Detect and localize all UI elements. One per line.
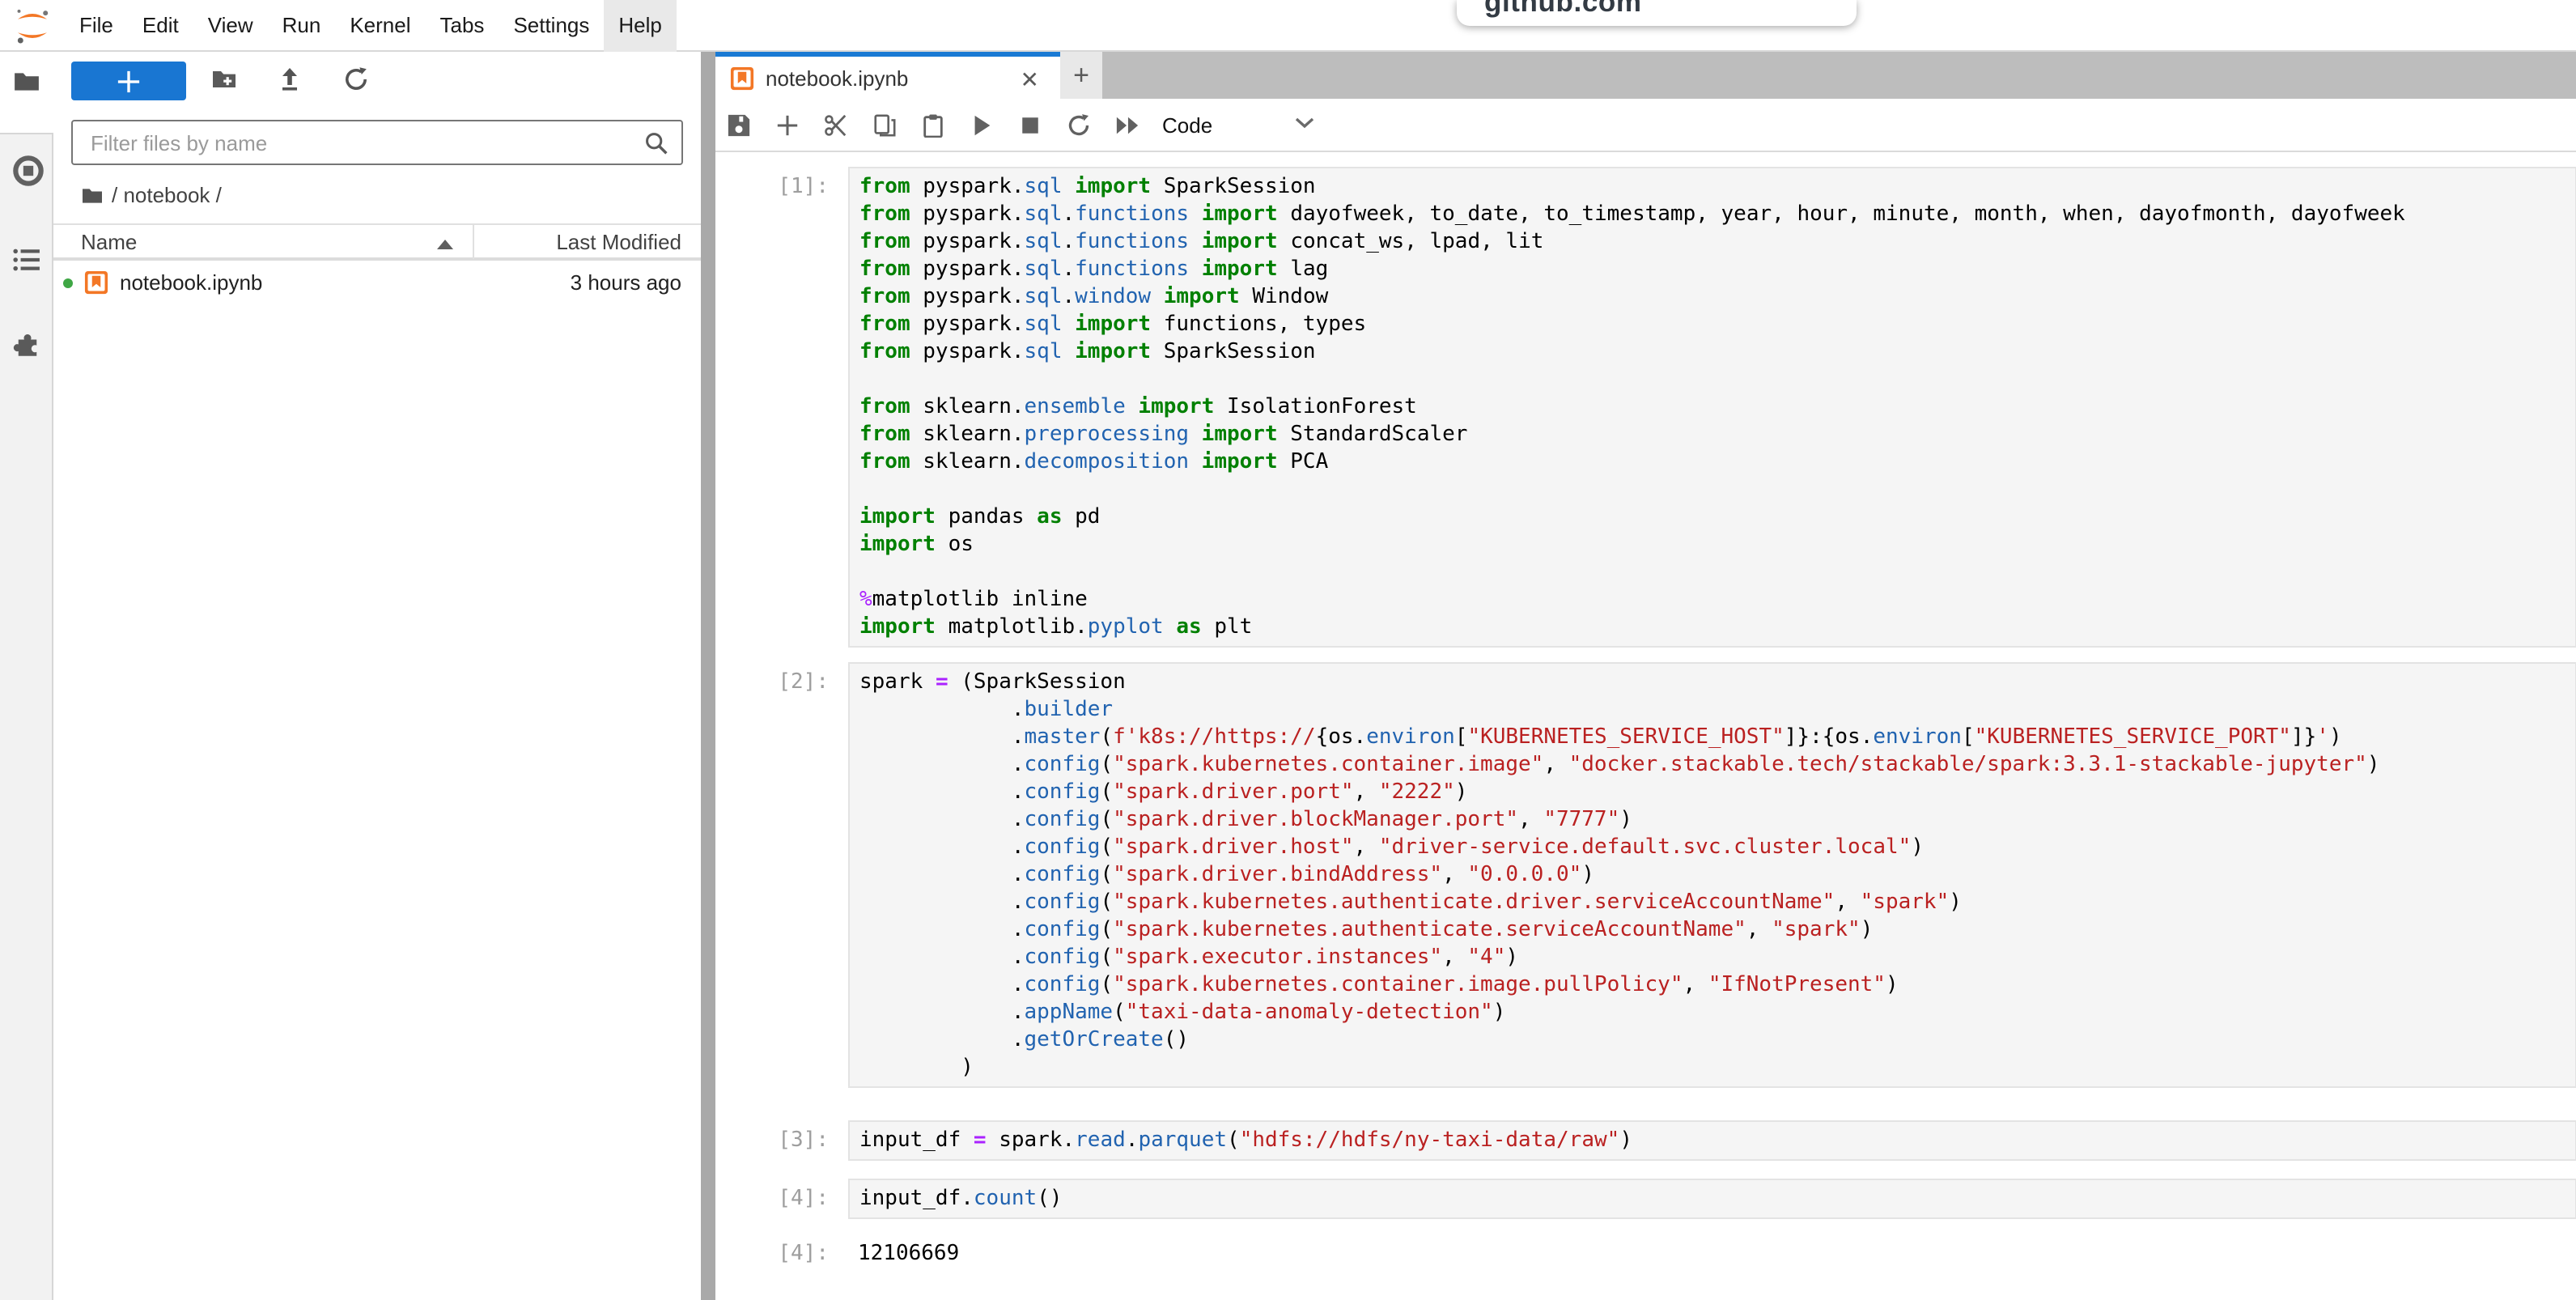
tab-label: notebook.ipynb [766, 66, 908, 90]
sidebar-stripe-background [0, 133, 53, 1300]
cell-prompt: [4]: [715, 1179, 829, 1213]
notebook-scroll-area[interactable]: [1]: from pyspark.sql import SparkSessio… [715, 152, 2576, 1300]
kernel-running-indicator [63, 278, 73, 288]
new-tab-button[interactable]: + [1060, 52, 1102, 99]
code-cell-3: [3]: input_df = spark.read.parquet("hdfs… [715, 1120, 2576, 1161]
run-icon[interactable] [970, 113, 994, 137]
menu-view[interactable]: View [193, 0, 268, 51]
menu-run[interactable]: Run [268, 0, 336, 51]
plus-icon [117, 69, 141, 93]
stop-icon[interactable] [1018, 113, 1042, 137]
panel-splitter[interactable] [701, 52, 715, 1300]
cell-prompt: [2]: [715, 662, 829, 696]
menu-bar: File Edit View Run Kernel Tabs Settings … [0, 0, 2576, 52]
menu-file[interactable]: File [65, 0, 128, 51]
cell-input-editor[interactable]: input_df.count() [848, 1179, 2576, 1219]
list-icon[interactable] [13, 246, 40, 274]
cell-input-editor[interactable]: input_df = spark.read.parquet("hdfs://hd… [848, 1120, 2576, 1161]
chevron-down-icon [1295, 117, 1314, 133]
github-popup: github.com [1457, 0, 1857, 26]
github-popup-text: github.com [1457, 0, 1857, 19]
search-icon [644, 130, 668, 155]
notebook-file-icon [730, 66, 754, 90]
file-list-header: Name Last Modified [53, 223, 701, 261]
puzzle-icon[interactable] [13, 329, 42, 358]
code-cell-1: [1]: from pyspark.sql import SparkSessio… [715, 167, 2576, 648]
jupyterlab-window: File Edit View Run Kernel Tabs Settings … [0, 0, 2576, 1300]
column-divider [473, 225, 474, 259]
column-last-modified[interactable]: Last Modified [556, 230, 681, 254]
folder-icon [81, 185, 104, 205]
main-dock-panel: notebook.ipynb ✕ + [715, 52, 2576, 1300]
breadcrumb-path: / notebook / [112, 183, 222, 207]
cut-icon[interactable] [824, 113, 848, 137]
cell-output-4: [4]: 12106669 [715, 1240, 2576, 1268]
cell-prompt: [1]: [715, 167, 829, 201]
file-row-notebook[interactable]: notebook.ipynb 3 hours ago [53, 264, 701, 303]
close-icon[interactable]: ✕ [1021, 63, 1039, 96]
new-launcher-button[interactable] [71, 62, 186, 100]
menu-settings[interactable]: Settings [499, 0, 604, 51]
notebook-file-icon [84, 270, 108, 295]
dock-tab-bar: notebook.ipynb ✕ + [715, 52, 2576, 99]
sort-ascending-icon [437, 240, 453, 249]
stop-circle-icon[interactable] [13, 155, 44, 186]
save-icon[interactable] [727, 113, 751, 137]
file-browser-panel: / notebook / Name Last Modified notebook… [53, 52, 701, 1300]
breadcrumb[interactable]: / notebook / [81, 183, 222, 207]
cell-input-editor[interactable]: from pyspark.sql import SparkSessionfrom… [848, 167, 2576, 648]
plus-icon: + [1073, 59, 1089, 91]
file-name: notebook.ipynb [120, 270, 262, 295]
file-modified: 3 hours ago [571, 270, 681, 295]
code-cell-2: [2]: spark = (SparkSession .builder .mas… [715, 662, 2576, 1088]
notebook-toolbar: Code [715, 99, 2576, 152]
upload-icon[interactable] [277, 66, 304, 92]
menu-kernel[interactable]: Kernel [335, 0, 425, 51]
copy-icon[interactable] [872, 113, 897, 137]
file-filter-input[interactable] [87, 129, 644, 156]
restart-icon[interactable] [1067, 113, 1091, 137]
new-folder-icon[interactable] [210, 66, 238, 92]
jupyter-logo-icon [13, 6, 52, 45]
menu-help[interactable]: Help [604, 0, 677, 51]
paste-icon[interactable] [921, 113, 945, 137]
folder-icon[interactable] [13, 68, 40, 96]
cell-prompt: [3]: [715, 1120, 829, 1154]
menu-tabs[interactable]: Tabs [426, 0, 499, 51]
cell-type-value: Code [1162, 113, 1212, 138]
file-filter-box [71, 120, 683, 165]
menu-edit[interactable]: Edit [128, 0, 193, 51]
output-prompt: [4]: [715, 1240, 829, 1268]
column-name[interactable]: Name [81, 230, 137, 254]
cell-input-editor[interactable]: spark = (SparkSession .builder .master(f… [848, 662, 2576, 1088]
refresh-icon[interactable] [343, 66, 371, 92]
cell-type-select[interactable]: Code [1152, 99, 1314, 152]
code-cell-4: [4]: input_df.count() [715, 1179, 2576, 1219]
restart-run-all-icon[interactable] [1115, 113, 1139, 137]
output-value: 12106669 [848, 1240, 959, 1268]
sidebar-tab-stripe [0, 52, 53, 1300]
tab-notebook[interactable]: notebook.ipynb ✕ [715, 52, 1060, 99]
insert-cell-icon[interactable] [775, 113, 800, 137]
